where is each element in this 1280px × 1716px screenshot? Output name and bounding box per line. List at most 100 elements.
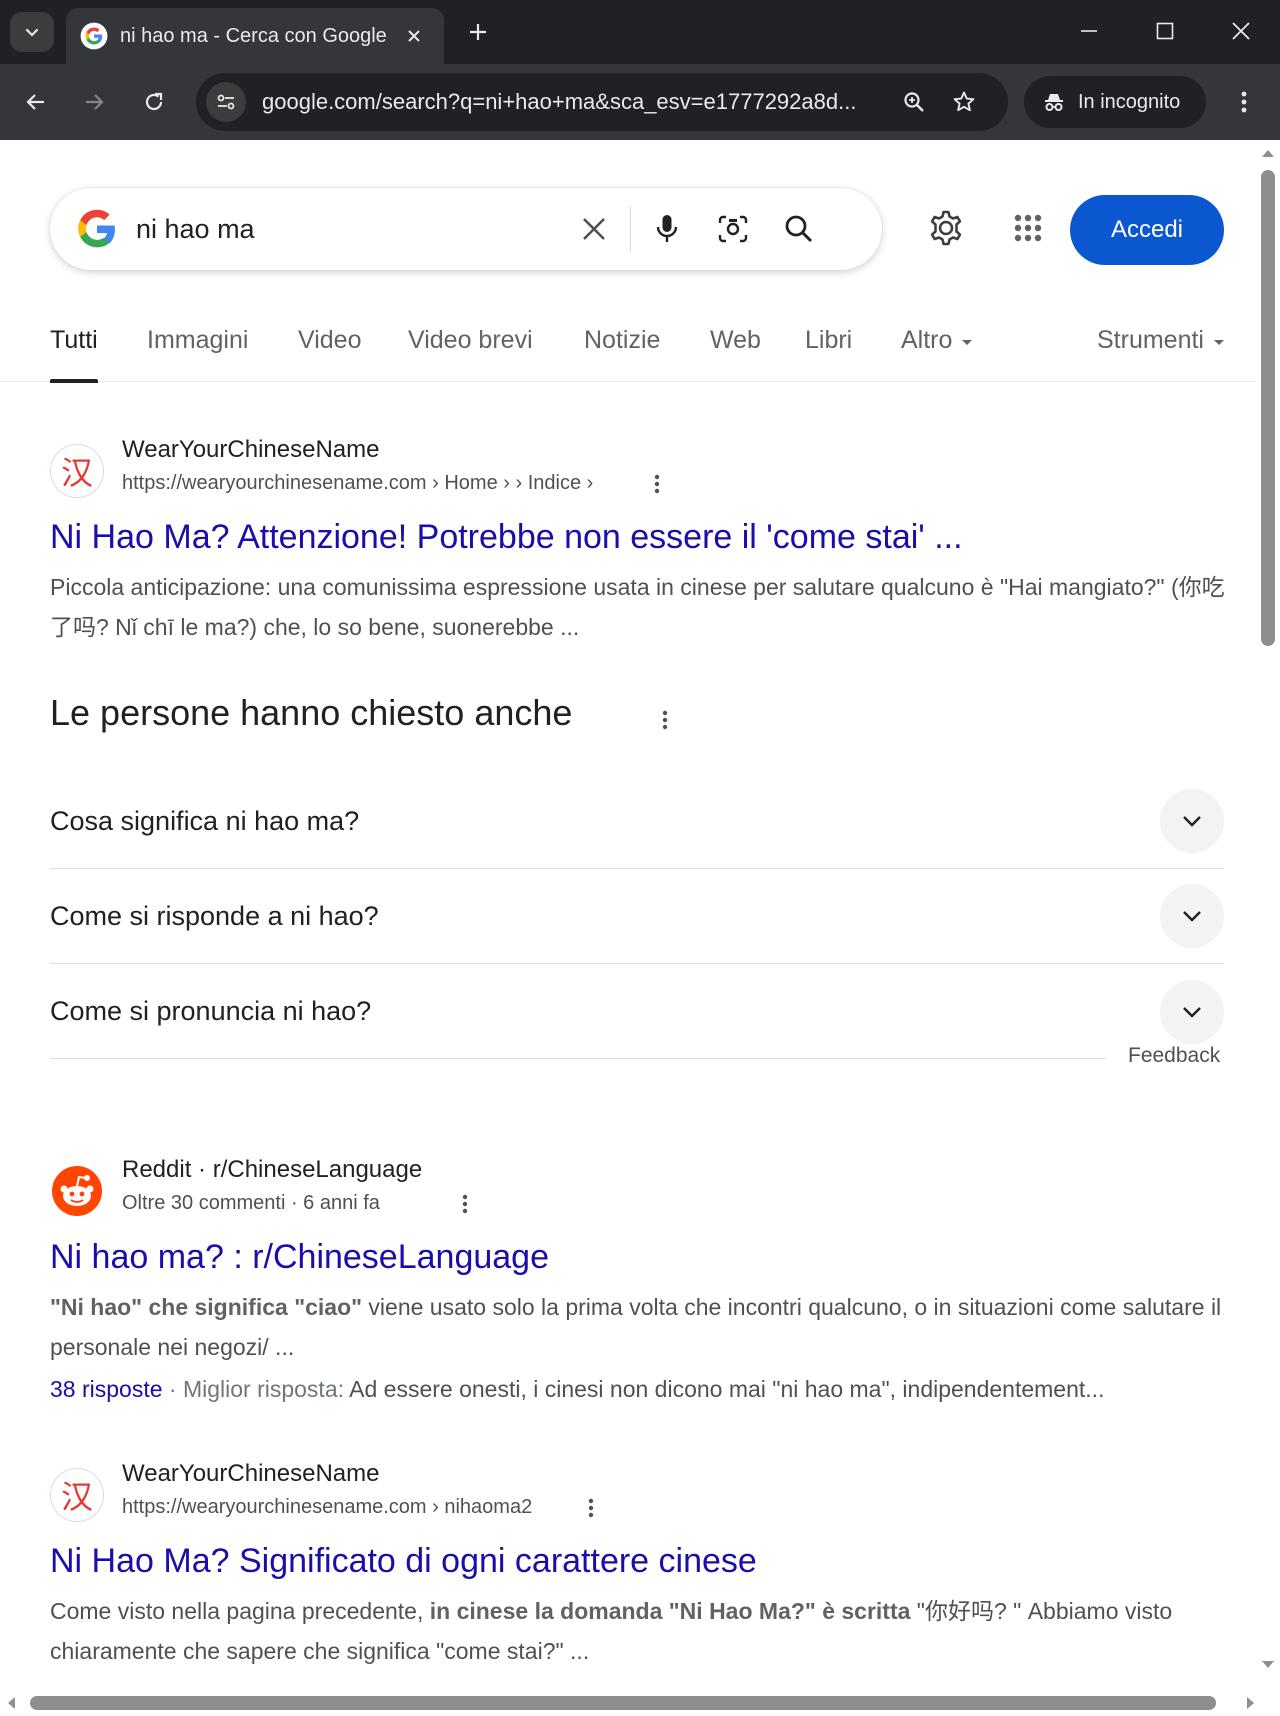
arrow-right-icon [86,94,104,110]
paa-question[interactable]: Come si pronuncia ni hao? [50,964,1224,1059]
tab-label: Video [298,326,362,354]
more-vert-icon [462,1194,468,1214]
search-icon [785,215,813,243]
settings-button[interactable] [918,200,974,256]
address-bar[interactable]: google.com/search?q=ni+hao+ma&sca_esv=e1… [196,73,1008,131]
browser-tab[interactable]: ni hao ma - Cerca con Google [66,8,444,64]
tab-short-videos[interactable]: Video brevi [408,312,533,382]
voice-search-button[interactable] [639,201,695,257]
paa-menu-button[interactable] [650,700,680,740]
camera-lens-icon [718,215,748,243]
search-box-divider [630,206,631,252]
site-favicon: 汉 [50,444,104,498]
browser-toolbar: google.com/search?q=ni+hao+ma&sca_esv=e1… [0,64,1280,140]
tab-label: Web [710,326,761,354]
paa-divider [50,1058,1106,1059]
search-submit-button[interactable] [771,201,827,257]
result-menu-button[interactable] [576,1490,606,1526]
expand-button[interactable] [1160,979,1224,1044]
google-apps-button[interactable] [1000,200,1056,256]
tab-label: Strumenti [1097,326,1204,354]
answers-separator: · Miglior risposta: [162,1376,350,1402]
result-meta: Oltre 30 commenti · 6 anni fa [122,1192,380,1214]
arrow-left-icon [26,94,44,110]
tab-videos[interactable]: Video [298,312,362,382]
minimize-button[interactable] [1052,0,1126,62]
tab-images[interactable]: Immagini [147,312,248,382]
new-tab-button[interactable] [458,12,498,52]
browser-menu-button[interactable] [1222,80,1266,124]
han-character-icon: 汉 [60,1478,93,1516]
google-g-icon [78,209,115,248]
snippet-highlight: "Ni hao" che significa "ciao" [50,1294,363,1320]
incognito-label: In incognito [1078,90,1181,113]
result-header[interactable]: Reddit · r/ChineseLanguage Oltre 30 comm… [50,1156,1230,1228]
vertical-scrollbar[interactable] [1256,140,1280,1690]
scrollbar-thumb[interactable] [1261,170,1275,646]
close-icon [408,30,420,42]
tab-search-button[interactable] [10,12,54,52]
tab-label: Tutti [50,326,98,354]
paa-question[interactable]: Come si risponde a ni hao? [50,869,1224,964]
result-header[interactable]: 汉 WearYourChineseName https://wearyourch… [50,1460,1230,1532]
tab-books[interactable]: Libri [805,312,852,382]
chevron-down-icon [1183,1006,1201,1018]
paa-question-text: Cosa significa ni hao ma? [50,805,360,836]
caret-down-icon [1213,340,1224,345]
scroll-left-arrow-icon[interactable] [8,1697,15,1709]
scroll-right-arrow-icon[interactable] [1247,1697,1254,1709]
tab-all[interactable]: Tutti [50,312,98,383]
reload-button[interactable] [132,80,176,124]
close-icon [583,218,605,240]
site-info-button[interactable] [206,82,246,122]
answers-count-link[interactable]: 38 risposte [50,1376,163,1402]
site-name: Reddit · r/ChineseLanguage [122,1156,423,1183]
result-snippet: "Ni hao" che significa "ciao" viene usat… [50,1287,1230,1367]
chevron-down-icon [25,28,39,37]
tab-tools[interactable]: Strumenti [1097,312,1224,382]
back-button[interactable] [14,80,58,124]
result-title-link[interactable]: Ni hao ma? : r/ChineseLanguage [50,1238,1230,1277]
tune-icon [217,94,235,110]
lens-search-button[interactable] [705,201,761,257]
sign-in-button[interactable]: Accedi [1070,195,1224,265]
bookmark-button[interactable] [942,80,986,124]
clear-search-button[interactable] [566,201,622,257]
more-vert-icon [1241,91,1247,113]
tab-news[interactable]: Notizie [584,312,660,382]
forward-button[interactable] [72,80,116,124]
url-text[interactable]: google.com/search?q=ni+hao+ma&sca_esv=e1… [262,89,882,115]
tab-close-button[interactable] [398,20,430,52]
expand-button[interactable] [1160,884,1224,948]
result-title-link[interactable]: Ni Hao Ma? Significato di ogni carattere… [50,1542,1230,1581]
scroll-up-arrow-icon[interactable] [1262,150,1274,157]
search-tabs: Tutti Immagini Video Video brevi Notizie… [0,312,1256,383]
result-title-link[interactable]: Ni Hao Ma? Attenzione! Potrebbe non esse… [50,518,1230,557]
tab-web[interactable]: Web [710,312,761,382]
window-close-button[interactable] [1204,0,1278,62]
search-input[interactable] [136,213,566,245]
result-menu-button[interactable] [642,466,672,502]
paa-question[interactable]: Cosa significa ni hao ma? [50,774,1224,869]
best-answer-text: Ad essere onesti, i cinesi non dicono ma… [349,1376,1105,1402]
more-vert-icon [654,474,660,494]
horizontal-scrollbar[interactable] [0,1690,1256,1716]
search-result: Reddit · r/ChineseLanguage Oltre 30 comm… [50,1156,1230,1409]
maximize-button[interactable] [1128,0,1202,62]
incognito-indicator[interactable]: In incognito [1024,76,1206,128]
result-header[interactable]: 汉 WearYourChineseName https://wearyourch… [50,436,1230,508]
site-name: WearYourChineseName [122,1460,380,1487]
scrollbar-thumb[interactable] [30,1696,1216,1710]
search-box[interactable] [50,188,882,270]
result-menu-button[interactable] [450,1186,480,1222]
site-name: WearYourChineseName [122,436,380,463]
scroll-down-arrow-icon[interactable] [1262,1661,1274,1668]
zoom-button[interactable] [892,80,936,124]
microphone-icon [656,215,678,242]
star-icon [953,91,975,112]
reload-icon [145,92,163,111]
expand-button[interactable] [1160,789,1224,853]
feedback-link[interactable]: Feedback [1128,1044,1220,1068]
site-url: https://wearyourchinesename.com › nihaom… [122,1496,533,1518]
tab-more[interactable]: Altro [901,312,973,382]
